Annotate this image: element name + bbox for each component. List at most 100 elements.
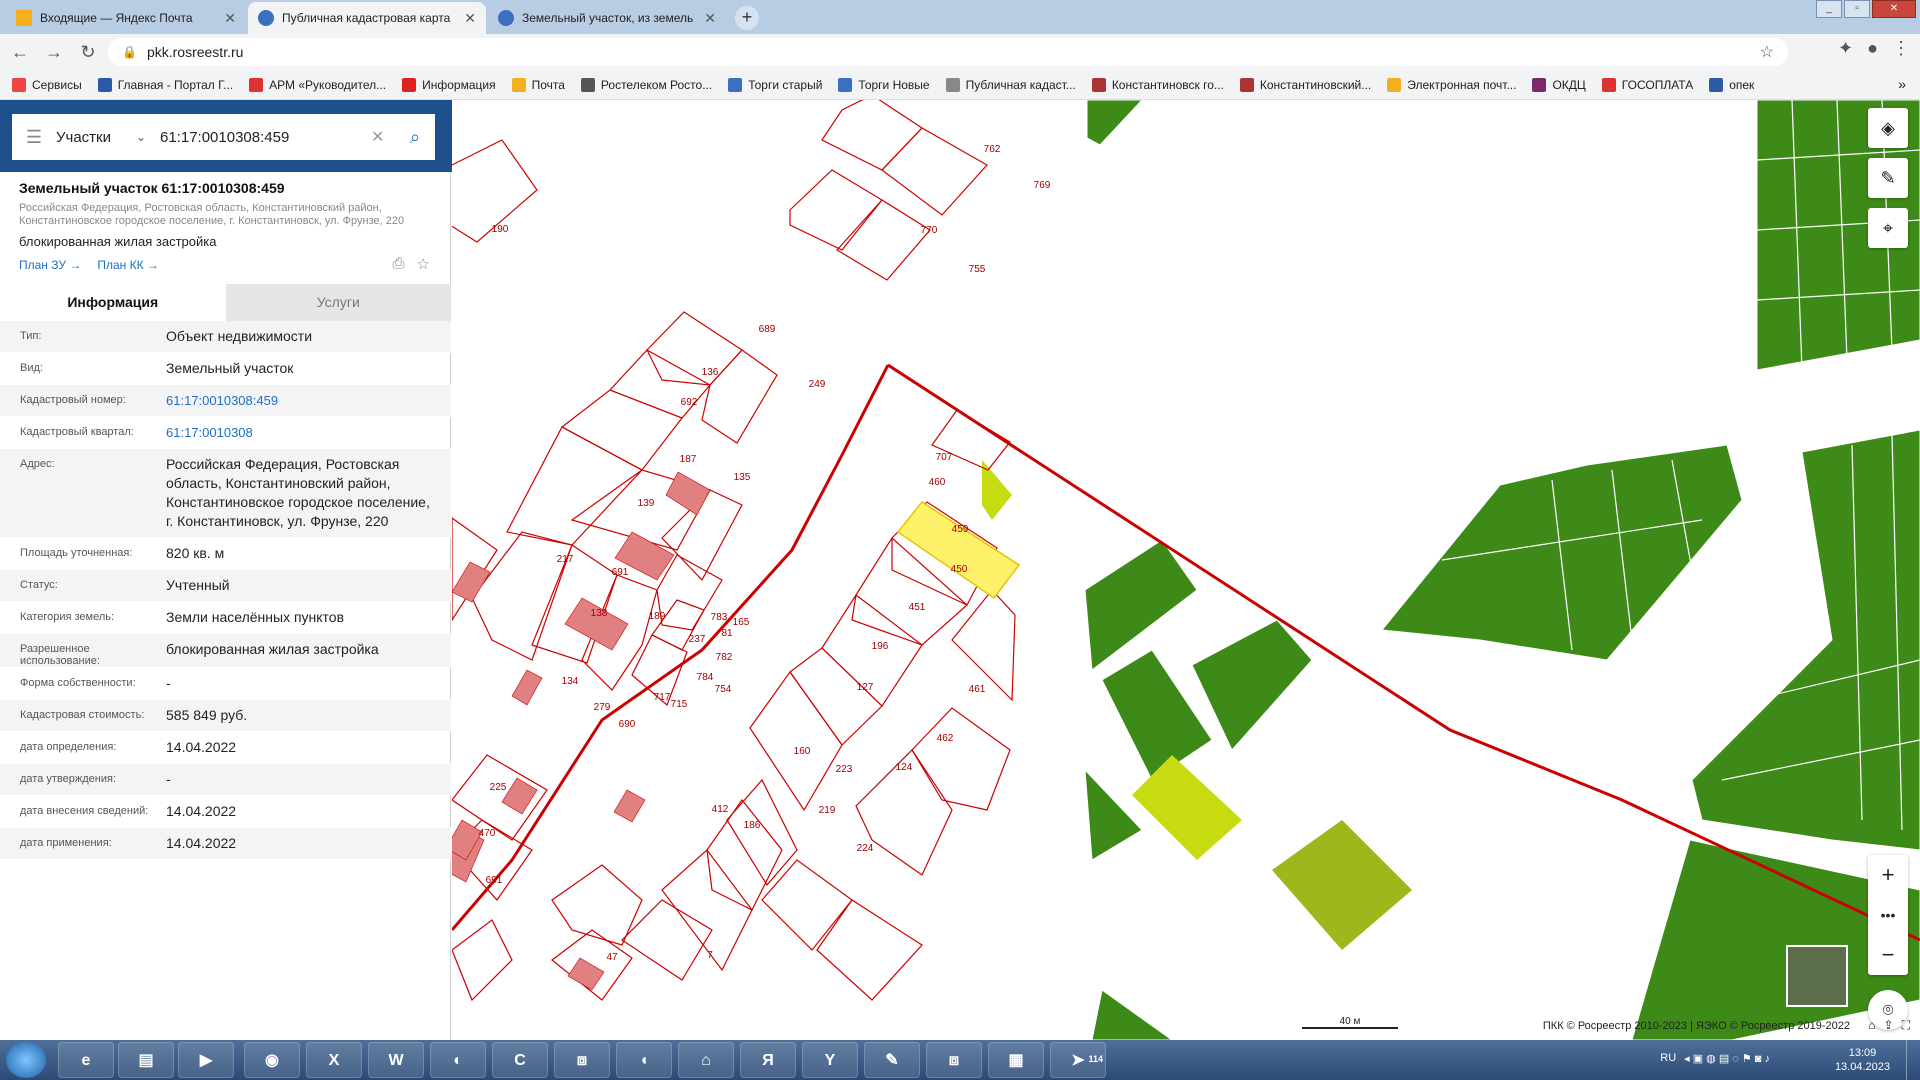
bookmark-item[interactable]: Главная - Портал Г...: [97, 77, 233, 92]
cadastral-map[interactable]: 762 769 770 755 190 689 136 249 692 187 135 139 691 2…: [452, 100, 1920, 1040]
parcel-outline[interactable]: [761, 859, 853, 951]
back-button[interactable]: ←: [6, 38, 34, 66]
parcel-outline[interactable]: [789, 169, 883, 251]
bookmark-item[interactable]: Публичная кадаст...: [945, 77, 1076, 92]
bookmark-item[interactable]: Константиновск го...: [1091, 77, 1224, 92]
firefox-icon[interactable]: ◐: [430, 1042, 486, 1078]
tray-icons[interactable]: ◂ ▣ ◍ ▤ ◌ ⚑ ◙ ♪: [1684, 1052, 1770, 1065]
close-icon[interactable]: ✕: [464, 10, 476, 27]
selected-parcel-459[interactable]: [896, 501, 1021, 600]
zoom-more-button[interactable]: •••: [1868, 895, 1908, 935]
bookmark-item[interactable]: Ростелеком Росто...: [580, 77, 712, 92]
bookmark-item[interactable]: Информация: [402, 77, 496, 92]
parcel-outline[interactable]: [821, 100, 923, 171]
bookmark-star-icon[interactable]: ☆: [1760, 42, 1774, 62]
parcel-outline[interactable]: [726, 778, 798, 887]
reload-button[interactable]: ↻: [74, 38, 102, 66]
lock-icon[interactable]: 🔒: [122, 45, 137, 59]
parcel-outline[interactable]: [560, 389, 683, 471]
favorite-star-icon[interactable]: ☆: [417, 255, 430, 273]
new-tab-button[interactable]: +: [735, 6, 759, 30]
bookmark-item[interactable]: Электронная почт...: [1387, 77, 1516, 92]
bookmark-item[interactable]: Константиновский...: [1239, 77, 1371, 92]
bookmark-item[interactable]: Торги старый: [728, 77, 822, 92]
app-c-icon[interactable]: C: [492, 1042, 548, 1078]
tab-info[interactable]: Информация: [0, 284, 226, 321]
bookmarks-overflow-icon[interactable]: »: [1898, 76, 1906, 92]
app-kontur2-icon[interactable]: ⧈: [926, 1042, 982, 1078]
yandex-browser-icon[interactable]: Y: [802, 1042, 858, 1078]
parcel-outline[interactable]: [836, 199, 931, 281]
fullscreen-icon[interactable]: ⛶: [1902, 1018, 1910, 1033]
parcel-outline[interactable]: [646, 311, 743, 386]
plan-zu-link[interactable]: План ЗУ →: [19, 258, 81, 272]
bookmark-item[interactable]: АРМ «Руководител...: [249, 77, 386, 92]
parcel-outline[interactable]: [506, 426, 643, 546]
winrar-icon[interactable]: ▦: [988, 1042, 1044, 1078]
ie-icon[interactable]: e: [58, 1042, 114, 1078]
search-icon[interactable]: ⌕: [395, 127, 435, 148]
print-icon[interactable]: ⎙: [393, 255, 405, 273]
explorer-icon[interactable]: ▤: [118, 1042, 174, 1078]
parcel-outline[interactable]: [706, 798, 783, 911]
property-value[interactable]: 61:17:0010308: [166, 417, 439, 448]
zoom-out-button[interactable]: −: [1868, 935, 1908, 975]
clock[interactable]: 13:09 13.04.2023: [1835, 1046, 1890, 1074]
yandex-icon[interactable]: Я: [740, 1042, 796, 1078]
layers-icon[interactable]: ◈: [1868, 108, 1908, 148]
tab-services[interactable]: Услуги: [225, 284, 451, 321]
app-kontur-icon[interactable]: ⧈: [554, 1042, 610, 1078]
language-indicator[interactable]: RU: [1660, 1052, 1676, 1065]
excel-icon[interactable]: X: [306, 1042, 362, 1078]
bookmark-item[interactable]: Торги Новые: [838, 77, 930, 92]
app-house-icon[interactable]: ⌂: [678, 1042, 734, 1078]
close-icon[interactable]: ✕: [704, 10, 716, 27]
bookmark-item[interactable]: Почта: [511, 77, 565, 92]
bookmark-item[interactable]: ОКДЦ: [1532, 77, 1586, 92]
parcel-outline[interactable]: [621, 899, 713, 981]
app-red-icon[interactable]: ◖: [616, 1042, 672, 1078]
parcel-outline[interactable]: [816, 899, 923, 1001]
locate-icon[interactable]: ⌖: [1868, 208, 1908, 248]
bookmark-item[interactable]: ГОСОПЛАТА: [1601, 77, 1693, 92]
browser-tab-parcel[interactable]: Земельный участок, из земель ✕: [488, 2, 726, 34]
minimize-button[interactable]: _: [1816, 0, 1842, 18]
browser-tab-pkk[interactable]: Публичная кадастровая карта ✕: [248, 2, 486, 34]
share-icon[interactable]: ⇪: [1884, 1018, 1894, 1033]
menu-icon[interactable]: ☰: [12, 127, 56, 148]
show-desktop-button[interactable]: [1906, 1040, 1920, 1080]
parcel-outline[interactable]: [471, 531, 573, 661]
extensions-icon[interactable]: ✦: [1838, 38, 1853, 59]
home-icon[interactable]: ⌂: [1868, 1018, 1875, 1033]
search-input[interactable]: 61:17:0010308:459: [160, 129, 371, 146]
profile-icon[interactable]: ●: [1867, 38, 1878, 59]
close-icon[interactable]: ✕: [224, 10, 236, 27]
chevron-down-icon[interactable]: ⌄: [136, 130, 160, 144]
clear-icon[interactable]: ✕: [371, 127, 395, 147]
paint-icon[interactable]: ✎: [864, 1042, 920, 1078]
browser-tab-mail[interactable]: Входящие — Яндекс Почта ✕: [6, 2, 246, 34]
bookmark-item[interactable]: опек: [1709, 77, 1754, 92]
parcel-outline[interactable]: [881, 127, 988, 216]
start-button[interactable]: [6, 1042, 46, 1078]
window-close-button[interactable]: ✕: [1872, 0, 1916, 18]
map-canvas[interactable]: 762 769 770 755 190 689 136 249 692 187 135 139 691 2…: [452, 100, 1920, 1040]
address-bar[interactable]: 🔒 pkk.rosreestr.ru ☆: [108, 38, 1788, 66]
plan-kk-link[interactable]: План КК →: [97, 258, 159, 272]
parcel-outline[interactable]: [701, 349, 778, 444]
media-player-icon[interactable]: ▶: [178, 1042, 234, 1078]
chrome-icon[interactable]: ◉: [244, 1042, 300, 1078]
word-icon[interactable]: W: [368, 1042, 424, 1078]
telegram-icon[interactable]: ➤ 114: [1050, 1042, 1106, 1078]
search-type-select[interactable]: Участки: [56, 129, 136, 146]
bookmark-item[interactable]: Сервисы: [12, 77, 82, 92]
browser-menu-icon[interactable]: ⋮: [1892, 38, 1910, 59]
property-value[interactable]: 61:17:0010308:459: [166, 385, 439, 416]
parcel-outline[interactable]: [452, 919, 513, 1002]
maximize-button[interactable]: ▫: [1844, 0, 1870, 18]
ruler-icon[interactable]: ✎: [1868, 158, 1908, 198]
parcel-outline[interactable]: [789, 647, 883, 746]
parcel-outline[interactable]: [911, 707, 1011, 811]
forward-button[interactable]: →: [40, 38, 68, 66]
parcel-outline[interactable]: [749, 670, 843, 812]
